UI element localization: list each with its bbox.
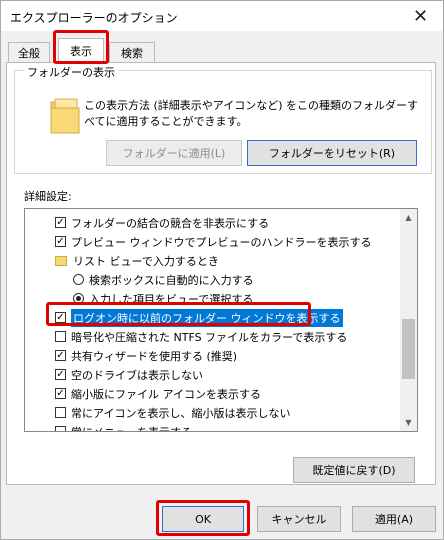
setting-label: プレビュー ウィンドウでプレビューのハンドラーを表示する [71, 235, 372, 249]
checkbox-checked[interactable]: ✓ [55, 312, 66, 323]
title-bar: エクスプローラーのオプション ✕ [1, 1, 443, 31]
radio-checked[interactable] [73, 293, 84, 304]
advanced-settings-label: 詳細設定: [24, 190, 72, 203]
setting-label: 検索ボックスに自動的に入力する [89, 273, 254, 287]
setting-always-show-icons[interactable]: 常にアイコンを表示し、縮小版は表示しない [55, 403, 417, 422]
checkbox-checked[interactable]: ✓ [55, 388, 66, 399]
folder-view-group-label: フォルダーの表示 [24, 64, 118, 80]
tab-general[interactable]: 全般 [8, 42, 50, 63]
scroll-down-icon[interactable]: ▼ [400, 414, 417, 431]
checkbox-unchecked[interactable] [55, 407, 66, 418]
setting-label: 常にメニューを表示する [71, 425, 192, 432]
scroll-up-icon[interactable]: ▲ [400, 209, 417, 226]
reset-folders-button[interactable]: フォルダーをリセット(R) [247, 140, 417, 166]
setting-label: 入力した項目をビューで選択する [89, 292, 254, 306]
setting-group-list-view-typing: リスト ビューで入力するとき [55, 251, 417, 270]
setting-always-show-menus[interactable]: 常にメニューを表示する [55, 422, 417, 432]
setting-hide-empty-drives[interactable]: ✓ 空のドライブは表示しない [55, 365, 417, 384]
checkbox-unchecked[interactable] [55, 426, 66, 431]
folder-view-description: この表示方法 (詳細表示やアイコンなど) をこの種類のフォルダーすべてに適用する… [84, 99, 419, 128]
folder-icon [50, 98, 80, 134]
setting-label: リスト ビューで入力するとき [73, 254, 219, 268]
setting-restore-previous-folders[interactable]: ✓ ログオン時に以前のフォルダー ウィンドウを表示する [55, 308, 417, 327]
apply-button[interactable]: 適用(A) [352, 506, 436, 532]
setting-color-ntfs-files[interactable]: 暗号化や圧縮された NTFS ファイルをカラーで表示する [55, 327, 417, 346]
setting-label: 空のドライブは表示しない [71, 368, 203, 382]
setting-file-icon-on-thumbnails[interactable]: ✓ 縮小版にファイル アイコンを表示する [55, 384, 417, 403]
radio-unchecked[interactable] [73, 274, 84, 285]
tab-search[interactable]: 検索 [109, 42, 155, 63]
setting-type-into-search-box[interactable]: 検索ボックスに自動的に入力する [73, 270, 417, 289]
checkbox-checked[interactable]: ✓ [55, 236, 66, 247]
setting-select-typed-item[interactable]: 入力した項目をビューで選択する [73, 289, 417, 308]
setting-label: 共有ウィザードを使用する (推奨) [71, 349, 238, 363]
checkbox-checked[interactable]: ✓ [55, 350, 66, 361]
checkbox-checked[interactable]: ✓ [55, 217, 66, 228]
setting-preview-handlers[interactable]: ✓ プレビュー ウィンドウでプレビューのハンドラーを表示する [55, 232, 417, 251]
setting-label: 常にアイコンを表示し、縮小版は表示しない [71, 406, 291, 420]
tab-view[interactable]: 表示 [58, 38, 104, 63]
scrollbar-thumb[interactable] [402, 319, 415, 379]
cancel-button[interactable]: キャンセル [257, 506, 341, 532]
advanced-settings-tree[interactable]: ✓ フォルダーの結合の競合を非表示にする ✓ プレビュー ウィンドウでプレビュー… [24, 208, 418, 432]
window-title: エクスプローラーのオプション [10, 11, 178, 25]
ok-button[interactable]: OK [162, 506, 244, 532]
setting-sharing-wizard[interactable]: ✓ 共有ウィザードを使用する (推奨) [55, 346, 417, 365]
close-button[interactable]: ✕ [398, 1, 443, 31]
restore-defaults-button[interactable]: 既定値に戻す(D) [293, 457, 415, 483]
setting-label: フォルダーの結合の競合を非表示にする [71, 216, 270, 230]
checkbox-checked[interactable]: ✓ [55, 369, 66, 380]
setting-hide-merge-conflicts[interactable]: ✓ フォルダーの結合の競合を非表示にする [55, 213, 417, 232]
setting-label: 暗号化や圧縮された NTFS ファイルをカラーで表示する [71, 330, 348, 344]
checkbox-unchecked[interactable] [55, 331, 66, 342]
folder-icon [55, 255, 67, 266]
apply-to-folders-button[interactable]: フォルダーに適用(L) [106, 140, 242, 166]
tab-strip: 全般 表示 検索 [6, 38, 436, 63]
setting-label: 縮小版にファイル アイコンを表示する [71, 387, 261, 401]
setting-label: ログオン時に以前のフォルダー ウィンドウを表示する [71, 308, 343, 327]
vertical-scrollbar[interactable]: ▲ ▼ [400, 209, 417, 431]
